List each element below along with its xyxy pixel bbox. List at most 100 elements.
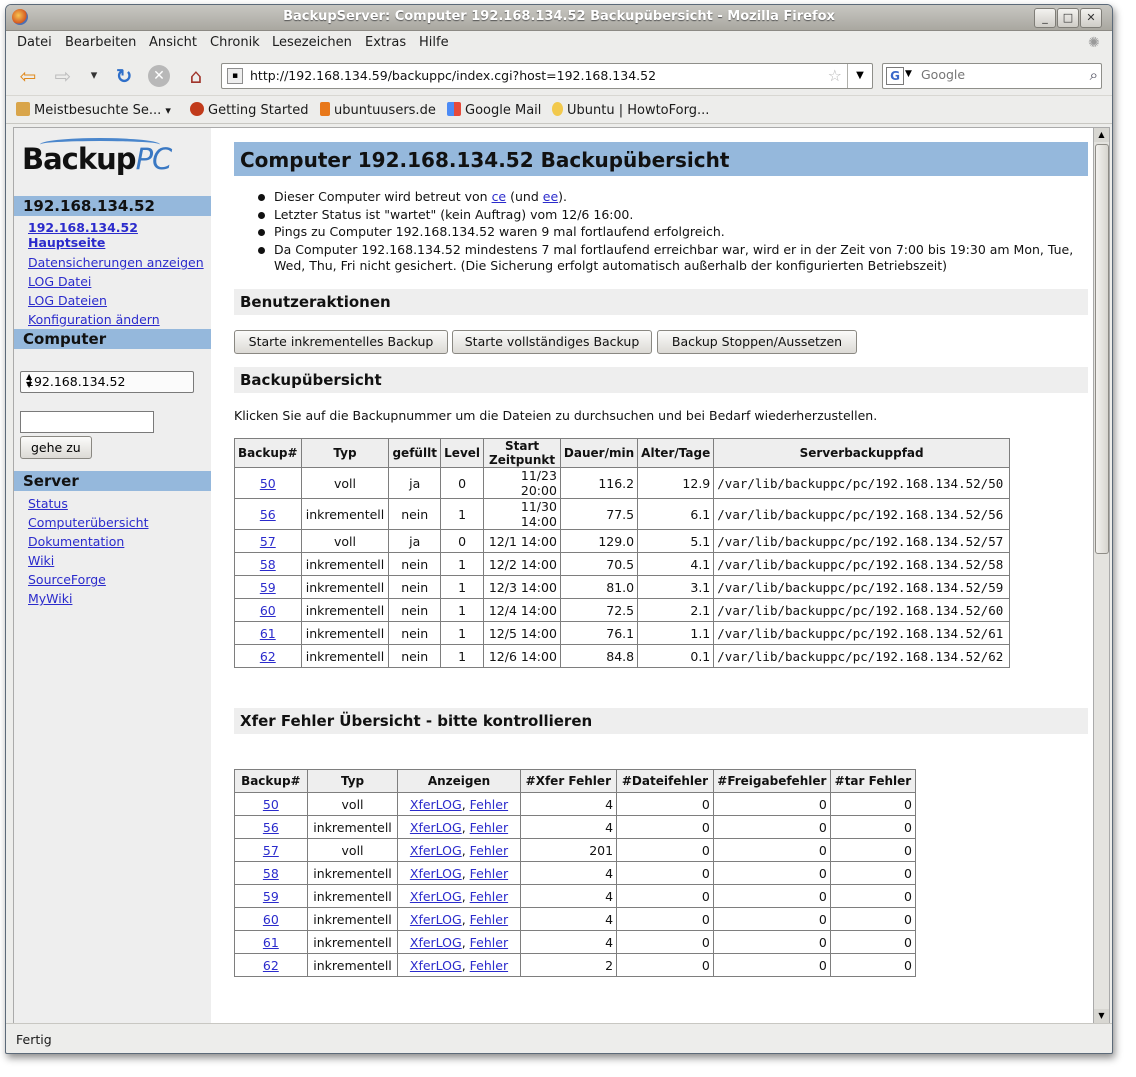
page-title: Computer 192.168.134.52 Backupübersicht	[240, 148, 730, 172]
backup-number-link[interactable]: 50	[260, 476, 276, 491]
stop-backup-button[interactable]: Backup Stoppen/Aussetzen	[657, 330, 857, 354]
backup-number-link[interactable]: 50	[263, 797, 279, 812]
goto-button[interactable]: gehe zu	[20, 436, 92, 459]
show-backups-link[interactable]: Datensicherungen anzeigen	[28, 255, 204, 270]
google-engine-icon[interactable]: G	[886, 67, 904, 85]
backup-number-link[interactable]: 56	[263, 820, 279, 835]
menu-extras[interactable]: Extras	[365, 35, 406, 50]
table-cell: XferLOG, Fehler	[397, 815, 521, 839]
xferlog-link[interactable]: XferLOG	[410, 797, 462, 812]
start-incremental-button[interactable]: Starte inkrementelles Backup	[234, 330, 448, 354]
backup-number-link[interactable]: 60	[263, 912, 279, 927]
menu-lesezeichen[interactable]: Lesezeichen	[272, 35, 352, 50]
search-input[interactable]	[919, 66, 1073, 83]
log-file-link[interactable]: LOG Datei	[28, 274, 91, 289]
stop-icon[interactable]: ✕	[148, 65, 170, 87]
edit-config-link[interactable]: Konfiguration ändern	[28, 312, 160, 327]
bookmark-star-icon[interactable]: ☆	[828, 66, 842, 85]
table-cell: XferLOG, Fehler	[397, 907, 521, 931]
backup-number-link[interactable]: 57	[260, 534, 276, 549]
xferlog-link[interactable]: XferLOG	[410, 912, 462, 927]
host-home-link[interactable]: 192.168.134.52 Hauptseite	[28, 220, 188, 250]
scroll-thumb[interactable]	[1095, 144, 1109, 554]
backup-number-link[interactable]: 62	[260, 649, 276, 664]
xferlog-link[interactable]: XferLOG	[410, 889, 462, 904]
errors-link[interactable]: Fehler	[470, 797, 508, 812]
title-bar: BackupServer: Computer 192.168.134.52 Ba…	[6, 5, 1112, 31]
search-bar[interactable]: G ▼ ⌕	[882, 63, 1102, 89]
section-title: Backupübersicht	[240, 371, 382, 389]
backup-number-link[interactable]: 61	[260, 626, 276, 641]
close-button[interactable]: ✕	[1080, 8, 1102, 28]
xferlog-link[interactable]: XferLOG	[410, 820, 462, 835]
backup-number-link[interactable]: 56	[260, 507, 276, 522]
engine-dropdown-icon[interactable]: ▼	[905, 69, 912, 79]
backup-number-link[interactable]: 57	[263, 843, 279, 858]
documentation-link[interactable]: Dokumentation	[28, 534, 124, 549]
backup-number-link[interactable]: 59	[260, 580, 276, 595]
errors-link[interactable]: Fehler	[470, 820, 508, 835]
menu-chronik[interactable]: Chronik	[210, 35, 260, 50]
menu-ansicht[interactable]: Ansicht	[149, 35, 197, 50]
forward-arrow-icon[interactable]: ⇨	[51, 64, 75, 88]
table-cell: ja	[388, 529, 441, 553]
column-header: #tar Fehler	[829, 769, 917, 793]
url-text[interactable]: http://192.168.134.59/backuppc/index.cgi…	[250, 68, 656, 83]
status-link[interactable]: Status	[28, 496, 68, 511]
table-cell: 0	[829, 930, 917, 954]
errors-link[interactable]: Fehler	[470, 843, 508, 858]
sourceforge-link[interactable]: SourceForge	[28, 572, 106, 587]
backup-number-link[interactable]: 61	[263, 935, 279, 950]
errors-link[interactable]: Fehler	[470, 866, 508, 881]
errors-link[interactable]: Fehler	[470, 889, 508, 904]
host-summary-link[interactable]: Computerübersicht	[28, 515, 149, 530]
xferlog-link[interactable]: XferLOG	[410, 935, 462, 950]
url-dropdown-icon[interactable]: ▼	[847, 64, 872, 88]
host-select[interactable]: 192.168.134.52 ▲ ▼	[20, 371, 194, 393]
xferlog-link[interactable]: XferLOG	[410, 958, 462, 973]
table-cell: inkrementell	[300, 598, 390, 622]
xferlog-link[interactable]: XferLOG	[410, 843, 462, 858]
minimize-button[interactable]: _	[1034, 8, 1056, 28]
start-full-button[interactable]: Starte vollständiges Backup	[452, 330, 652, 354]
scroll-down-icon[interactable]: ▼	[1094, 1009, 1109, 1023]
back-arrow-icon[interactable]: ⇦	[16, 64, 40, 88]
host-search-input[interactable]	[20, 411, 154, 433]
table-cell: 0	[712, 815, 831, 839]
home-icon[interactable]: ⌂	[184, 64, 208, 88]
backup-number-link[interactable]: 60	[260, 603, 276, 618]
xferlog-link[interactable]: XferLOG	[410, 866, 462, 881]
user-link-ce[interactable]: ce	[492, 189, 507, 204]
bookmark-howtoforge[interactable]: Ubuntu | HowtoForg...	[552, 102, 709, 118]
table-cell: inkrementell	[306, 884, 399, 908]
backup-number-link[interactable]: 58	[263, 866, 279, 881]
reload-icon[interactable]: ↻	[112, 64, 136, 88]
scroll-up-icon[interactable]: ▲	[1094, 128, 1109, 142]
backup-number-link[interactable]: 58	[260, 557, 276, 572]
errors-link[interactable]: Fehler	[470, 935, 508, 950]
bookmark-ubuntuusers[interactable]: ubuntuusers.de	[320, 102, 436, 118]
history-dropdown-icon[interactable]: ▾	[82, 64, 106, 88]
wiki-link[interactable]: Wiki	[28, 553, 54, 568]
table-cell: inkrementell	[300, 621, 390, 645]
url-bar[interactable]: ▪ http://192.168.134.59/backuppc/index.c…	[221, 63, 873, 89]
user-link-ee[interactable]: ee	[543, 189, 558, 204]
menu-datei[interactable]: Datei	[17, 35, 52, 50]
site-identity-icon[interactable]: ▪	[227, 68, 243, 84]
search-icon[interactable]: ⌕	[1090, 66, 1098, 84]
info-pings: Pings zu Computer 192.168.134.52 waren 9…	[258, 224, 1086, 241]
backup-number-link[interactable]: 62	[263, 958, 279, 973]
table-cell: 84.8	[559, 644, 639, 668]
mywiki-link[interactable]: MyWiki	[28, 591, 72, 606]
vertical-scrollbar[interactable]: ▲ ▼	[1093, 127, 1110, 1024]
menu-hilfe[interactable]: Hilfe	[419, 35, 449, 50]
errors-link[interactable]: Fehler	[470, 958, 508, 973]
maximize-button[interactable]: □	[1057, 8, 1079, 28]
bookmark-most-visited[interactable]: Meistbesuchte Se... ▾	[16, 102, 171, 118]
log-files-link[interactable]: LOG Dateien	[28, 293, 107, 308]
menu-bearbeiten[interactable]: Bearbeiten	[65, 35, 136, 50]
bookmark-getting-started[interactable]: Getting Started	[190, 102, 309, 118]
errors-link[interactable]: Fehler	[470, 912, 508, 927]
backup-number-link[interactable]: 59	[263, 889, 279, 904]
bookmark-google-mail[interactable]: Google Mail	[447, 102, 541, 118]
